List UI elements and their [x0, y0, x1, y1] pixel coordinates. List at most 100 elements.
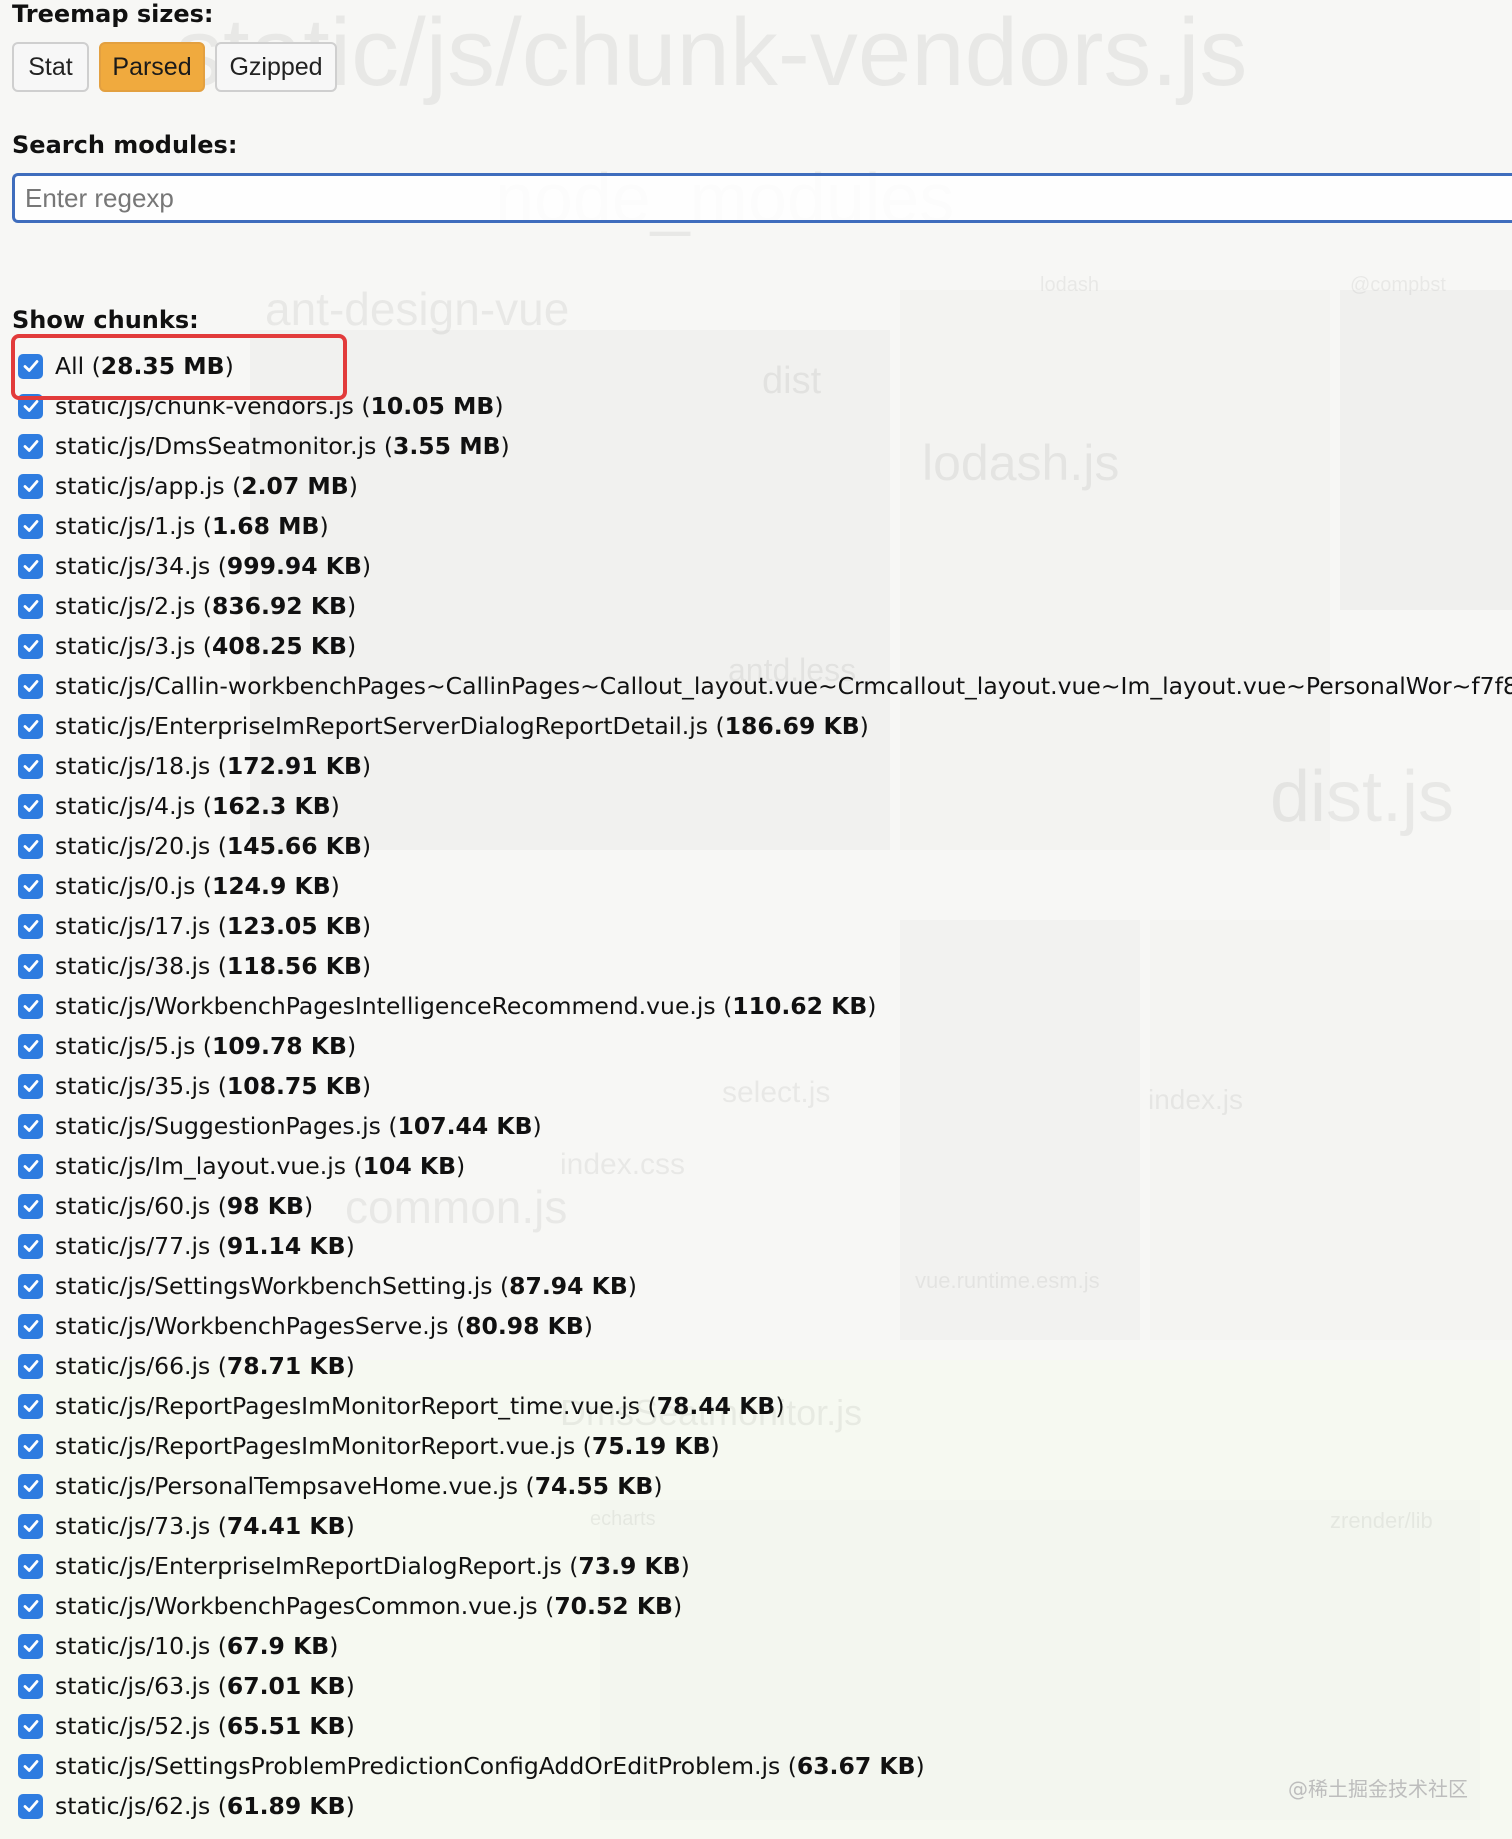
- checkbox-checked-icon[interactable]: [18, 393, 43, 419]
- chunk-size: 98 KB: [226, 1192, 304, 1220]
- chunk-item[interactable]: static/js/73.js (74.41 KB): [18, 1506, 1512, 1546]
- checkbox-checked-icon[interactable]: [18, 353, 43, 379]
- size-paren: ): [330, 792, 340, 820]
- checkbox-checked-icon[interactable]: [18, 873, 43, 899]
- checkbox-checked-icon[interactable]: [18, 1513, 43, 1539]
- checkbox-checked-icon[interactable]: [18, 1153, 43, 1179]
- chunk-item[interactable]: static/js/4.js (162.3 KB): [18, 786, 1512, 826]
- chunk-item[interactable]: static/js/38.js (118.56 KB): [18, 946, 1512, 986]
- chunk-item[interactable]: static/js/52.js (65.51 KB): [18, 1706, 1512, 1746]
- chunk-name: static/js/ReportPagesImMonitorReport.vue…: [55, 1432, 576, 1460]
- checkbox-checked-icon[interactable]: [18, 433, 43, 459]
- chunk-item[interactable]: static/js/ReportPagesImMonitorReport.vue…: [18, 1426, 1512, 1466]
- size-paren: ): [224, 352, 234, 380]
- checkbox-checked-icon[interactable]: [18, 753, 43, 779]
- chunk-item[interactable]: static/js/17.js (123.05 KB): [18, 906, 1512, 946]
- size-paren: ): [627, 1272, 637, 1300]
- chunk-item[interactable]: static/js/1.js (1.68 MB): [18, 506, 1512, 546]
- checkbox-checked-icon[interactable]: [18, 993, 43, 1019]
- checkbox-checked-icon[interactable]: [18, 1713, 43, 1739]
- gzipped-button[interactable]: Gzipped: [215, 42, 337, 92]
- chunk-item[interactable]: static/js/PersonalTempsaveHome.vue.js (7…: [18, 1466, 1512, 1506]
- chunk-item-all[interactable]: All (28.35 MB): [18, 346, 1512, 386]
- chunk-item[interactable]: static/js/app.js (2.07 MB): [18, 466, 1512, 506]
- chunk-item[interactable]: static/js/60.js (98 KB): [18, 1186, 1512, 1226]
- checkbox-checked-icon[interactable]: [18, 793, 43, 819]
- size-paren: (: [210, 552, 227, 580]
- chunk-item[interactable]: static/js/chunk-vendors.js (10.05 MB): [18, 386, 1512, 426]
- size-paren: ): [303, 1192, 314, 1220]
- checkbox-checked-icon[interactable]: [18, 1273, 43, 1299]
- chunk-item[interactable]: static/js/WorkbenchPagesIntelligenceReco…: [18, 986, 1512, 1026]
- checkbox-checked-icon[interactable]: [18, 673, 43, 699]
- chunk-item[interactable]: static/js/ReportPagesImMonitorReport_tim…: [18, 1386, 1512, 1426]
- size-paren: ): [346, 1032, 357, 1060]
- stat-button[interactable]: Stat: [12, 42, 89, 92]
- size-paren: (: [376, 432, 394, 460]
- chunk-size: 109.78 KB: [211, 1032, 347, 1060]
- checkbox-checked-icon[interactable]: [18, 1633, 43, 1659]
- size-paren: (: [561, 1552, 579, 1580]
- chunk-size: 107.44 KB: [397, 1112, 533, 1140]
- chunk-item[interactable]: static/js/Callin-workbenchPages~CallinPa…: [18, 666, 1512, 706]
- checkbox-checked-icon[interactable]: [18, 713, 43, 739]
- checkbox-checked-icon[interactable]: [18, 1113, 43, 1139]
- checkbox-checked-icon[interactable]: [18, 513, 43, 539]
- checkbox-checked-icon[interactable]: [18, 1313, 43, 1339]
- chunk-size: 70.52 KB: [554, 1592, 673, 1620]
- checkbox-checked-icon[interactable]: [18, 1353, 43, 1379]
- chunk-item[interactable]: static/js/34.js (999.94 KB): [18, 546, 1512, 586]
- chunk-item[interactable]: static/js/18.js (172.91 KB): [18, 746, 1512, 786]
- checkbox-checked-icon[interactable]: [18, 1433, 43, 1459]
- checkbox-checked-icon[interactable]: [18, 1673, 43, 1699]
- checkbox-checked-icon[interactable]: [18, 1753, 43, 1779]
- chunk-item[interactable]: static/js/0.js (124.9 KB): [18, 866, 1512, 906]
- size-paren: (: [210, 1232, 227, 1260]
- checkbox-checked-icon[interactable]: [18, 953, 43, 979]
- chunk-item[interactable]: static/js/Im_layout.vue.js (104 KB): [18, 1146, 1512, 1186]
- chunk-item[interactable]: static/js/WorkbenchPagesCommon.vue.js (7…: [18, 1586, 1512, 1626]
- checkbox-checked-icon[interactable]: [18, 1193, 43, 1219]
- checkbox-checked-icon[interactable]: [18, 633, 43, 659]
- checkbox-checked-icon[interactable]: [18, 1073, 43, 1099]
- checkbox-checked-icon[interactable]: [18, 1473, 43, 1499]
- chunk-item[interactable]: static/js/63.js (67.01 KB): [18, 1666, 1512, 1706]
- chunk-item[interactable]: static/js/35.js (108.75 KB): [18, 1066, 1512, 1106]
- chunk-item[interactable]: static/js/SuggestionPages.js (107.44 KB): [18, 1106, 1512, 1146]
- checkbox-checked-icon[interactable]: [18, 1393, 43, 1419]
- chunk-size: 110.62 KB: [732, 992, 868, 1020]
- checkbox-checked-icon[interactable]: [18, 1793, 43, 1819]
- chunk-size: 78.44 KB: [656, 1392, 776, 1420]
- chunk-item[interactable]: static/js/WorkbenchPagesServe.js (80.98 …: [18, 1306, 1512, 1346]
- size-paren: (: [195, 632, 212, 660]
- chunk-item[interactable]: static/js/2.js (836.92 KB): [18, 586, 1512, 626]
- chunk-item[interactable]: static/js/3.js (408.25 KB): [18, 626, 1512, 666]
- checkbox-checked-icon[interactable]: [18, 473, 43, 499]
- checkbox-checked-icon[interactable]: [18, 593, 43, 619]
- checkbox-checked-icon[interactable]: [18, 1553, 43, 1579]
- chunk-item[interactable]: static/js/SettingsWorkbenchSetting.js (8…: [18, 1266, 1512, 1306]
- checkbox-checked-icon[interactable]: [18, 1593, 43, 1619]
- checkbox-checked-icon[interactable]: [18, 833, 43, 859]
- checkbox-checked-icon[interactable]: [18, 1033, 43, 1059]
- chunk-size: 145.66 KB: [226, 832, 362, 860]
- chunk-item[interactable]: static/js/77.js (91.14 KB): [18, 1226, 1512, 1266]
- chunk-item[interactable]: static/js/EnterpriseImReportServerDialog…: [18, 706, 1512, 746]
- checkbox-checked-icon[interactable]: [18, 553, 43, 579]
- chunk-size: 87.94 KB: [509, 1272, 628, 1300]
- size-paren: (: [380, 1112, 398, 1140]
- size-paren: (: [195, 872, 212, 900]
- chunk-name: static/js/4.js: [55, 792, 196, 820]
- checkbox-checked-icon[interactable]: [18, 913, 43, 939]
- chunk-item[interactable]: static/js/EnterpriseImReportDialogReport…: [18, 1546, 1512, 1586]
- parsed-button[interactable]: Parsed: [99, 42, 205, 92]
- search-input[interactable]: [12, 173, 1512, 223]
- chunk-item[interactable]: static/js/DmsSeatmonitor.js (3.55 MB): [18, 426, 1512, 466]
- size-paren: ): [361, 1072, 372, 1100]
- checkbox-checked-icon[interactable]: [18, 1233, 43, 1259]
- chunk-item[interactable]: static/js/5.js (109.78 KB): [18, 1026, 1512, 1066]
- chunk-item[interactable]: static/js/66.js (78.71 KB): [18, 1346, 1512, 1386]
- chunk-name: static/js/52.js: [55, 1712, 211, 1740]
- chunk-item[interactable]: static/js/20.js (145.66 KB): [18, 826, 1512, 866]
- chunk-item[interactable]: static/js/10.js (67.9 KB): [18, 1626, 1512, 1666]
